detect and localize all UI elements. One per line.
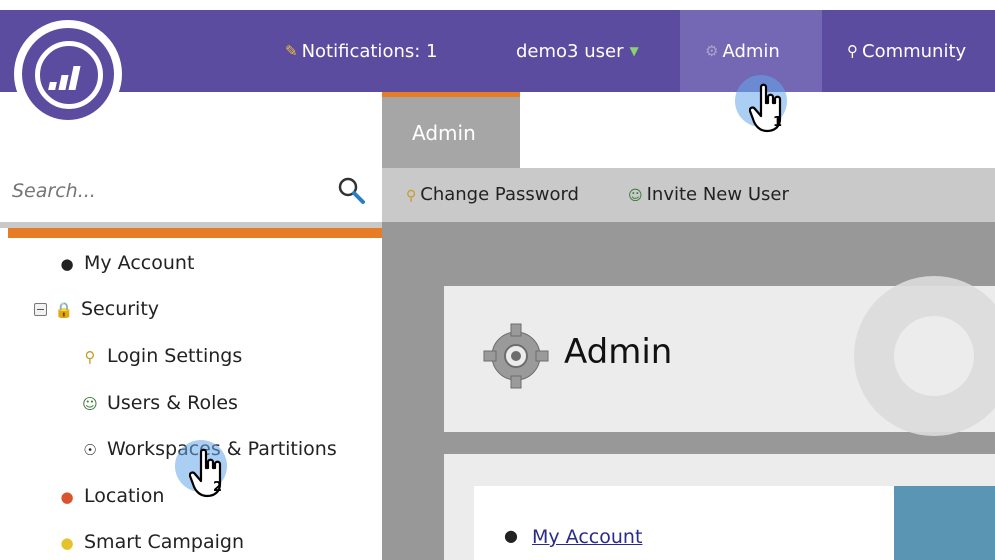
my-account-link[interactable]: My Account xyxy=(532,526,642,548)
search-icon[interactable] xyxy=(336,175,366,205)
tree-item-security[interactable]: 🔒 Security xyxy=(34,295,159,323)
admin-links-card: ● My Account xyxy=(444,454,995,560)
hand-pointer-icon xyxy=(749,83,782,133)
user-label: demo3 user xyxy=(516,41,624,62)
tree-item-label: Login Settings xyxy=(107,345,243,367)
change-password-label: Change Password xyxy=(420,184,579,205)
tree-item-smart-campaign[interactable]: ● Smart Campaign xyxy=(56,528,244,556)
globe-icon: ☉ xyxy=(83,441,97,459)
community-label: Community xyxy=(862,41,967,62)
tree-item-users-roles[interactable]: ☺ Users & Roles xyxy=(79,389,238,417)
community-link[interactable]: ⚲ Community xyxy=(847,10,966,92)
top-nav-bar xyxy=(0,10,995,92)
toolbar: ⚲ Change Password ☺ Invite New User xyxy=(382,168,995,222)
tree-item-location[interactable]: ● Location xyxy=(56,482,164,510)
invite-new-user-label: Invite New User xyxy=(646,184,789,205)
feature-image xyxy=(894,486,995,560)
tree-item-label: Users & Roles xyxy=(107,392,238,414)
background-gear-icon xyxy=(854,276,995,436)
location-icon: ● xyxy=(60,488,74,506)
notification-icon: ✎ xyxy=(285,42,298,60)
notifications-link[interactable]: ✎ Notifications: 1 xyxy=(285,10,437,92)
gear-icon: ⚙ xyxy=(705,42,719,60)
tree-item-label: Security xyxy=(81,298,160,320)
lock-icon: 🔒 xyxy=(54,301,74,319)
tree-item-login-settings[interactable]: ⚲ Login Settings xyxy=(79,342,243,370)
tutorial-cursor-2: 2 xyxy=(175,440,229,498)
admin-label: Admin xyxy=(722,41,780,62)
cursor-number: 2 xyxy=(213,480,223,495)
invite-user-icon: ☺ xyxy=(628,188,643,204)
cursor-number: 1 xyxy=(773,115,783,130)
tab-strip: Admin xyxy=(382,92,995,168)
notifications-label: Notifications: 1 xyxy=(301,41,438,62)
users-icon: ☺ xyxy=(82,395,98,413)
user-icon: ● xyxy=(504,526,518,545)
key-icon: ⚲ xyxy=(84,348,96,366)
tree-item-label: My Account xyxy=(84,252,195,274)
caret-icon: ▼ xyxy=(629,44,639,58)
search-input[interactable] xyxy=(10,175,324,207)
user-icon: ● xyxy=(60,255,74,273)
hand-pointer-icon xyxy=(189,448,222,498)
admin-header-card: Admin xyxy=(444,276,995,436)
key-icon: ⚲ xyxy=(406,188,417,204)
sidebar-accent-bar xyxy=(8,228,382,238)
tree-item-my-account[interactable]: ● My Account xyxy=(56,249,194,277)
tree-item-label: Smart Campaign xyxy=(84,531,245,553)
main-content: Admin ⚲ Change Password ☺ Invite New User xyxy=(382,92,995,560)
tab-admin-label: Admin xyxy=(412,121,476,145)
marketo-logo[interactable] xyxy=(14,20,122,128)
community-icon: ⚲ xyxy=(847,42,858,60)
search-bar xyxy=(0,167,382,215)
invite-new-user-button[interactable]: ☺ Invite New User xyxy=(628,184,789,205)
change-password-button[interactable]: ⚲ Change Password xyxy=(406,184,579,205)
collapse-toggle-icon[interactable] xyxy=(34,303,47,316)
page-title: Admin xyxy=(564,332,673,372)
admin-gear-icon xyxy=(480,320,552,396)
user-menu[interactable]: demo3 user ▼ xyxy=(516,10,639,92)
tutorial-cursor-1: 1 xyxy=(735,75,789,133)
tree-item-label: Location xyxy=(84,485,165,507)
tab-admin[interactable]: Admin xyxy=(382,92,520,168)
lightbulb-icon: ● xyxy=(60,534,74,552)
